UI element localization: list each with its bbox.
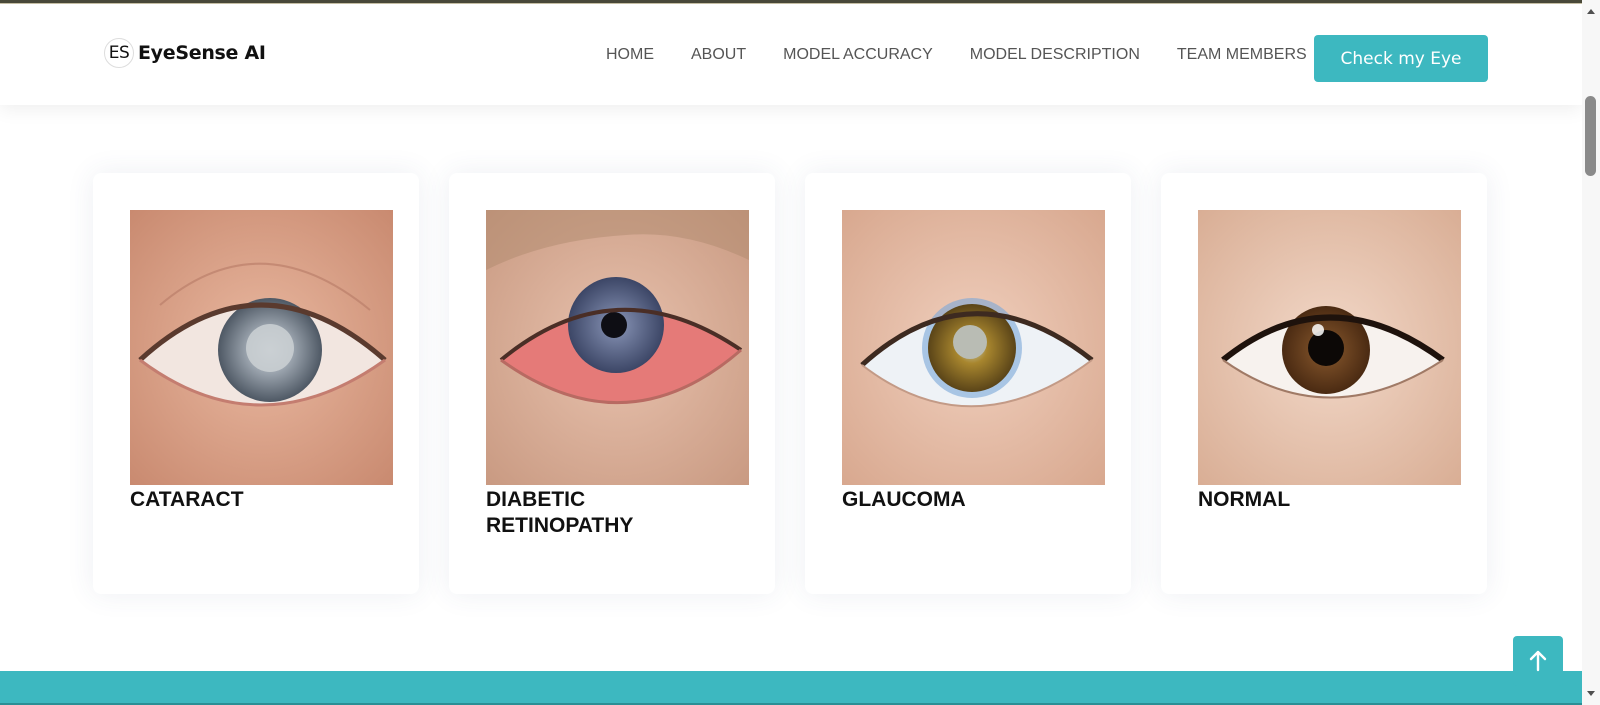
nav-model-accuracy-link[interactable]: MODEL ACCURACY <box>783 46 933 64</box>
normal-eye-image <box>1198 210 1461 485</box>
arrow-up-icon <box>1529 650 1547 672</box>
check-my-eye-button[interactable]: Check my Eye <box>1314 35 1488 82</box>
disease-card-cataract: CATARACT <box>93 173 419 594</box>
scroll-thumb[interactable] <box>1585 96 1596 176</box>
nav-about-link[interactable]: ABOUT <box>691 46 746 64</box>
nav-model-description-link[interactable]: MODEL DESCRIPTION <box>970 46 1140 64</box>
disease-card-normal: NORMAL <box>1161 173 1487 594</box>
nav-team-members-link[interactable]: TEAM MEMBERS <box>1177 46 1307 64</box>
card-title-diabetic-retinopathy: DIABETIC RETINOPATHY <box>486 488 634 537</box>
scroll-down-arrow-icon[interactable] <box>1587 691 1595 696</box>
disease-card-glaucoma: GLAUCOMA <box>805 173 1131 594</box>
page-scrollbar[interactable] <box>1582 0 1600 705</box>
navbar: ES EyeSense AI HOME ABOUT MODEL ACCURACY… <box>0 4 1582 105</box>
card-title-cataract: CATARACT <box>130 488 244 511</box>
main-nav: HOME ABOUT MODEL ACCURACY MODEL DESCRIPT… <box>606 46 1307 64</box>
disease-cards: CATARACT DIABETIC RETINOPATHY GLAUCOMA N… <box>93 173 1487 594</box>
back-to-top-button[interactable] <box>1513 636 1563 686</box>
footer-band <box>0 671 1582 705</box>
diabetic-retinopathy-eye-image <box>486 210 749 485</box>
disease-card-diabetic-retinopathy: DIABETIC RETINOPATHY <box>449 173 775 594</box>
nav-home-link[interactable]: HOME <box>606 46 654 64</box>
glaucoma-eye-image <box>842 210 1105 485</box>
cataract-eye-image <box>130 210 393 485</box>
card-title-normal: NORMAL <box>1198 488 1291 511</box>
card-title-glaucoma: GLAUCOMA <box>842 488 966 511</box>
brand-logo[interactable]: ES EyeSense AI <box>104 38 266 68</box>
brand-badge: ES <box>104 38 134 68</box>
scroll-up-arrow-icon[interactable] <box>1587 9 1595 14</box>
brand-name: EyeSense AI <box>138 42 266 64</box>
